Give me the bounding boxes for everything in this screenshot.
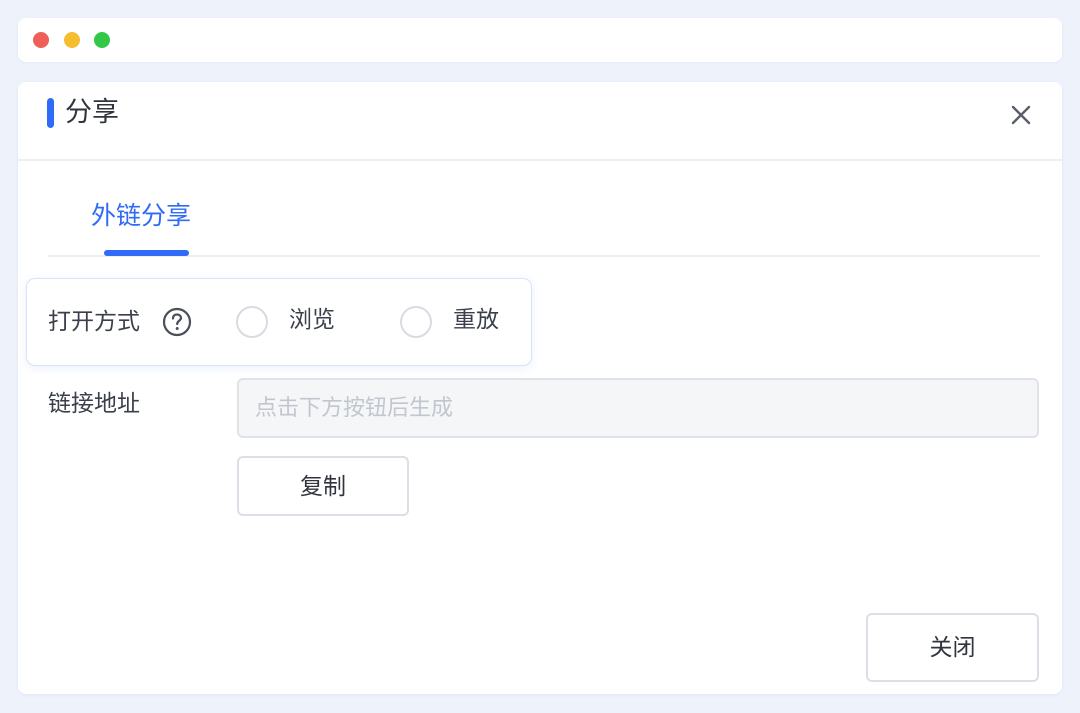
dialog-title: 分享 (65, 97, 119, 128)
window-titlebar (18, 18, 1062, 62)
radio-replay[interactable] (400, 306, 432, 338)
open-mode-row: 打开方式 浏览 重放 (26, 278, 532, 366)
radio-replay-label[interactable]: 重放 (453, 305, 499, 335)
link-address-label: 链接地址 (48, 391, 140, 417)
dialog-header: 分享 (18, 82, 1062, 161)
window-minimize-dot[interactable] (64, 32, 80, 48)
question-circle-icon[interactable] (162, 307, 192, 337)
share-dialog: 分享 外链分享 打开方式 浏览 重放 链接地址 复制 关闭 (18, 82, 1062, 694)
title-accent-bar (47, 98, 54, 128)
radio-browse-label[interactable]: 浏览 (289, 305, 335, 335)
radio-browse[interactable] (236, 306, 268, 338)
close-button[interactable]: 关闭 (866, 613, 1039, 682)
tabs-divider (48, 255, 1040, 257)
link-address-input[interactable] (237, 378, 1039, 438)
copy-button[interactable]: 复制 (237, 456, 409, 516)
close-icon[interactable] (1008, 102, 1034, 128)
window-close-dot[interactable] (33, 32, 49, 48)
open-mode-label: 打开方式 (48, 309, 140, 335)
tab-external-link-share[interactable]: 外链分享 (91, 200, 191, 232)
active-tab-indicator (104, 250, 189, 256)
window-maximize-dot[interactable] (94, 32, 110, 48)
